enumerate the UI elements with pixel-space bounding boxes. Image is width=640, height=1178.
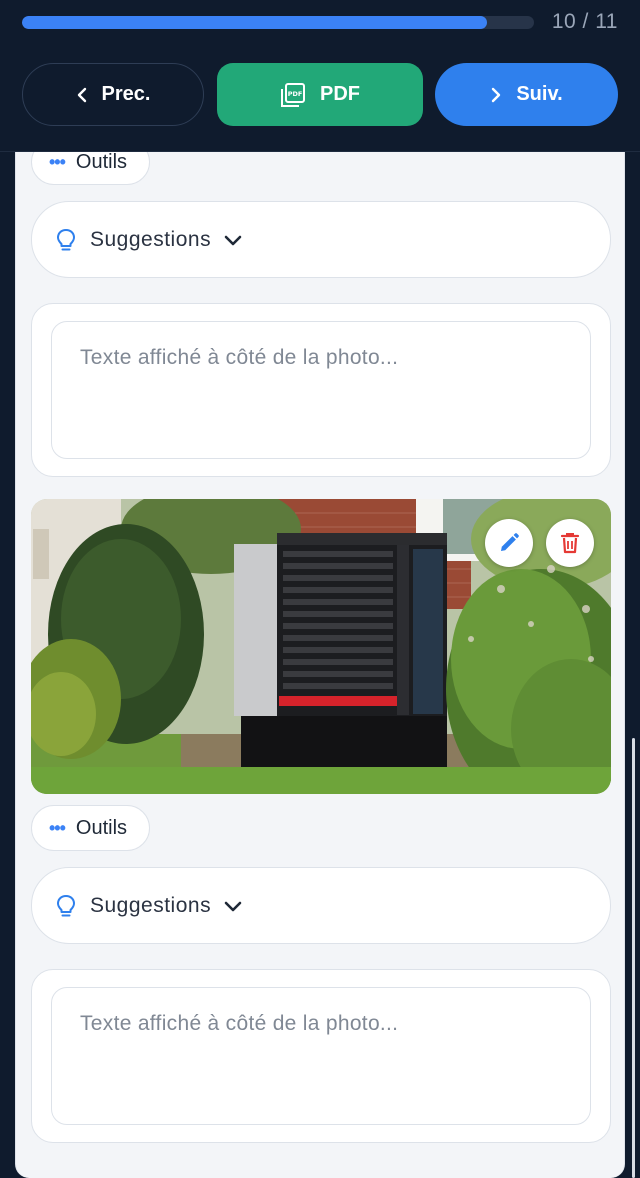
caption-placeholder: Texte affiché à côté de la photo... [80,346,399,369]
tools-chip-label: Outils [75,816,128,839]
pencil-icon [501,533,519,551]
caption-textarea-bottom[interactable]: Texte affiché à côté de la photo... [51,987,591,1125]
edit-photo-button[interactable] [485,519,533,567]
delete-photo-button[interactable] [546,519,594,567]
next-button[interactable]: Suiv. [435,63,618,126]
lightbulb-icon [57,894,75,916]
heat-pump-photo[interactable] [31,499,611,794]
caption-panel-bottom: Texte affiché à côté de la photo... [31,969,611,1143]
chevron-right-icon [492,87,501,102]
tools-chip-bottom[interactable]: ••• Outils [31,805,150,851]
chevron-down-icon [224,901,242,911]
tools-chip-label: Outils [75,150,128,173]
progress-bar [22,16,534,29]
pdf-button-label: PDF [320,83,360,105]
next-button-label: Suiv. [516,83,563,105]
pdf-button[interactable]: PDF PDF [217,63,423,126]
lightbulb-icon [57,228,75,250]
scrollbar[interactable] [632,738,635,1178]
chevron-left-icon [77,87,86,102]
more-dots-icon: ••• [49,151,66,172]
content-card: ••• Outils Suggestions Texte affiché à c… [15,140,625,1178]
caption-panel-top: Texte affiché à côté de la photo... [31,303,611,477]
svg-text:PDF: PDF [288,90,303,98]
trash-icon [560,533,580,554]
chevron-down-icon [224,235,242,245]
suggestions-label: Suggestions [90,893,212,917]
top-toolbar: 10 / 11 Prec. PDF PDF Suiv. [0,0,640,152]
previous-button-label: Prec. [101,83,151,105]
more-dots-icon: ••• [49,817,66,838]
suggestions-label: Suggestions [90,227,212,251]
suggestions-dropdown-bottom[interactable]: Suggestions [31,867,611,944]
progress-counter: 10 / 11 [551,10,618,33]
suggestions-dropdown-top[interactable]: Suggestions [31,201,611,278]
caption-placeholder: Texte affiché à côté de la photo... [80,1012,399,1035]
progress-fill [22,16,488,29]
previous-button[interactable]: Prec. [22,63,204,126]
caption-textarea-top[interactable]: Texte affiché à côté de la photo... [51,321,591,459]
pdf-file-icon: PDF [281,82,305,107]
